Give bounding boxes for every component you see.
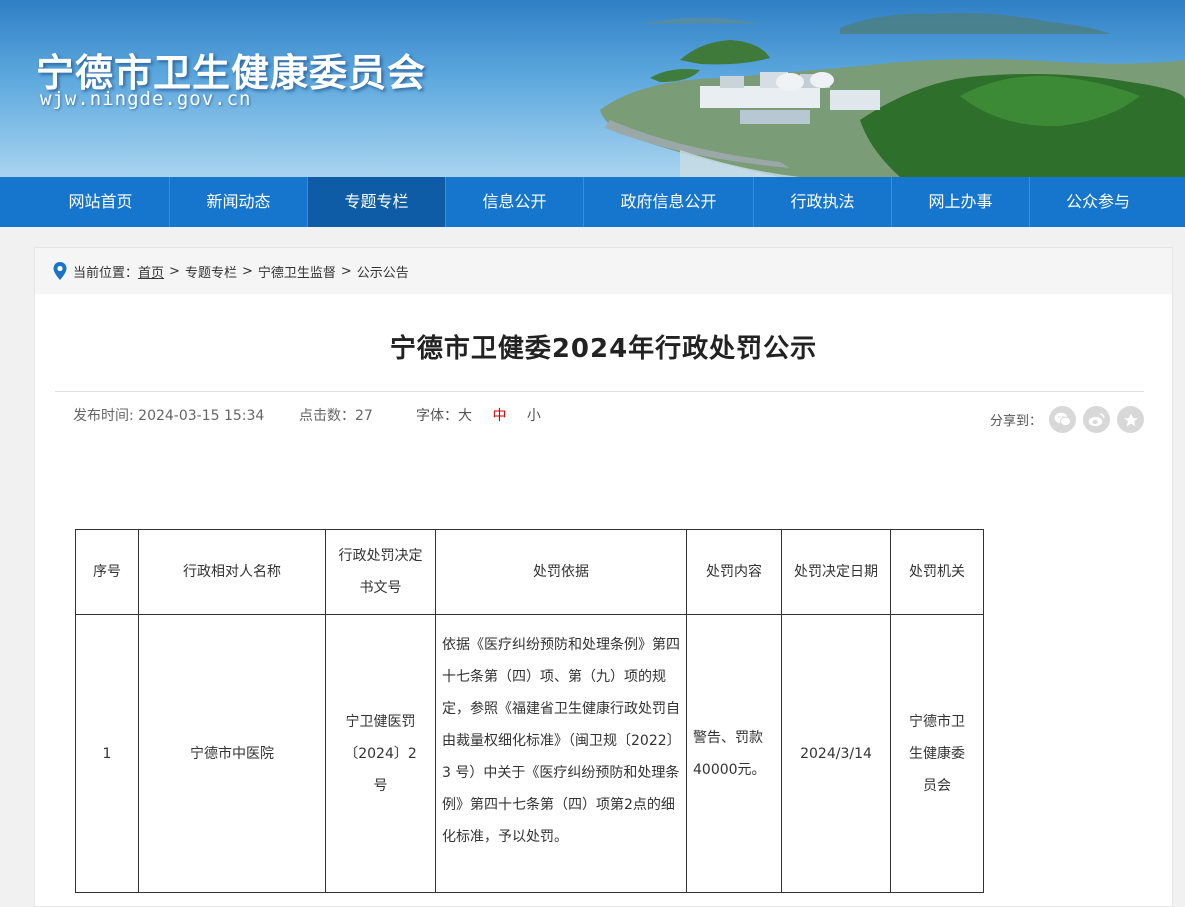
table-header-row: 序号 行政相对人名称 行政处罚决定书文号 处罚依据 处罚内容 处罚决定日期 处罚… xyxy=(75,529,984,615)
cell-doc-no: 宁卫健医罚〔2024〕2号 xyxy=(325,614,436,893)
breadcrumb-separator: > xyxy=(169,263,180,279)
font-size-small-button[interactable]: 小 xyxy=(527,408,541,424)
nav-item-admin-enforcement[interactable]: 行政执法 xyxy=(754,177,892,227)
header-cell-basis: 处罚依据 xyxy=(435,529,687,615)
cell-basis: 依据《医疗纠纷预防和处理条例》第四十七条第（四）项、第（九）项的规定，参照《福建… xyxy=(435,614,687,893)
breadcrumb-separator: > xyxy=(340,263,352,279)
breadcrumb-announcements[interactable]: 公示公告 xyxy=(357,262,409,281)
breadcrumb-home-link[interactable]: 首页 xyxy=(138,262,164,281)
main-nav: 网站首页 新闻动态 专题专栏 信息公开 政府信息公开 行政执法 网上办事 公众参… xyxy=(0,177,1185,227)
click-count-value: 27 xyxy=(355,408,373,424)
content-panel: 当前位置： 首页 > 专题专栏 > 宁德卫生监督 > 公示公告 宁德市卫健委20… xyxy=(34,247,1173,907)
breadcrumb-special-topics[interactable]: 专题专栏 xyxy=(185,262,237,281)
breadcrumb: 当前位置： 首页 > 专题专栏 > 宁德卫生监督 > 公示公告 xyxy=(35,248,1172,294)
nav-item-info-disclosure[interactable]: 信息公开 xyxy=(446,177,584,227)
breadcrumb-separator: > xyxy=(241,263,253,279)
header-cell-authority: 处罚机关 xyxy=(890,529,984,615)
cell-name: 宁德市中医院 xyxy=(138,614,326,893)
favorite-icon[interactable] xyxy=(1117,406,1144,433)
publish-time: 2024-03-15 15:34 xyxy=(138,408,265,424)
nav-item-news[interactable]: 新闻动态 xyxy=(170,177,308,227)
cell-no: 1 xyxy=(75,614,139,893)
font-size-medium-button[interactable]: 中 xyxy=(492,408,506,424)
cell-content: 警告、罚款40000元。 xyxy=(686,614,782,893)
header-cell-date: 处罚决定日期 xyxy=(781,529,891,615)
table-row: 1 宁德市中医院 宁卫健医罚〔2024〕2号 依据《医疗纠纷预防和处理条例》第四… xyxy=(75,614,984,893)
article-title: 宁德市卫健委2024年行政处罚公示 xyxy=(389,334,818,364)
click-count-label: 点击数： xyxy=(299,408,355,424)
header-cell-doc-no: 行政处罚决定书文号 xyxy=(325,529,436,615)
publish-label: 发布时间: xyxy=(73,408,134,424)
weibo-icon[interactable] xyxy=(1083,406,1110,433)
font-size-control: 字体：大 中 小 xyxy=(416,405,547,425)
font-size-label: 字体： xyxy=(416,408,458,424)
cell-authority: 宁德市卫生健康委员会 xyxy=(890,614,984,893)
header-cell-content: 处罚内容 xyxy=(686,529,782,615)
nav-item-public-participation[interactable]: 公众参与 xyxy=(1030,177,1166,227)
header-cell-no: 序号 xyxy=(75,529,139,615)
header-banner: 宁德市卫生健康委员会 wjw.ningde.gov.cn xyxy=(0,0,1185,177)
breadcrumb-health-supervision[interactable]: 宁德卫生监督 xyxy=(258,262,336,281)
cell-date: 2024/3/14 xyxy=(781,614,891,893)
nav-item-home[interactable]: 网站首页 xyxy=(32,177,170,227)
nav-item-online-services[interactable]: 网上办事 xyxy=(892,177,1030,227)
share-bar: 分享到： xyxy=(990,406,1144,433)
font-size-large-button[interactable]: 大 xyxy=(458,408,472,424)
header-cell-name: 行政相对人名称 xyxy=(138,529,326,615)
article-meta: 发布时间: 2024-03-15 15:34 点击数：27 字体：大 中 小 分… xyxy=(35,392,1172,436)
click-count-info: 点击数：27 xyxy=(299,405,373,425)
penalty-table: 序号 行政相对人名称 行政处罚决定书文号 处罚依据 处罚内容 处罚决定日期 处罚… xyxy=(75,529,984,893)
site-domain: wjw.ningde.gov.cn xyxy=(40,88,252,110)
nav-item-special-topics[interactable]: 专题专栏 xyxy=(308,177,446,227)
publish-info: 发布时间: 2024-03-15 15:34 xyxy=(73,405,264,425)
share-label: 分享到： xyxy=(989,414,1042,429)
nav-item-gov-info-disclosure[interactable]: 政府信息公开 xyxy=(584,177,754,227)
wechat-icon[interactable] xyxy=(1049,406,1076,433)
breadcrumb-prefix: 当前位置： xyxy=(73,265,139,281)
location-pin-icon xyxy=(53,262,67,280)
